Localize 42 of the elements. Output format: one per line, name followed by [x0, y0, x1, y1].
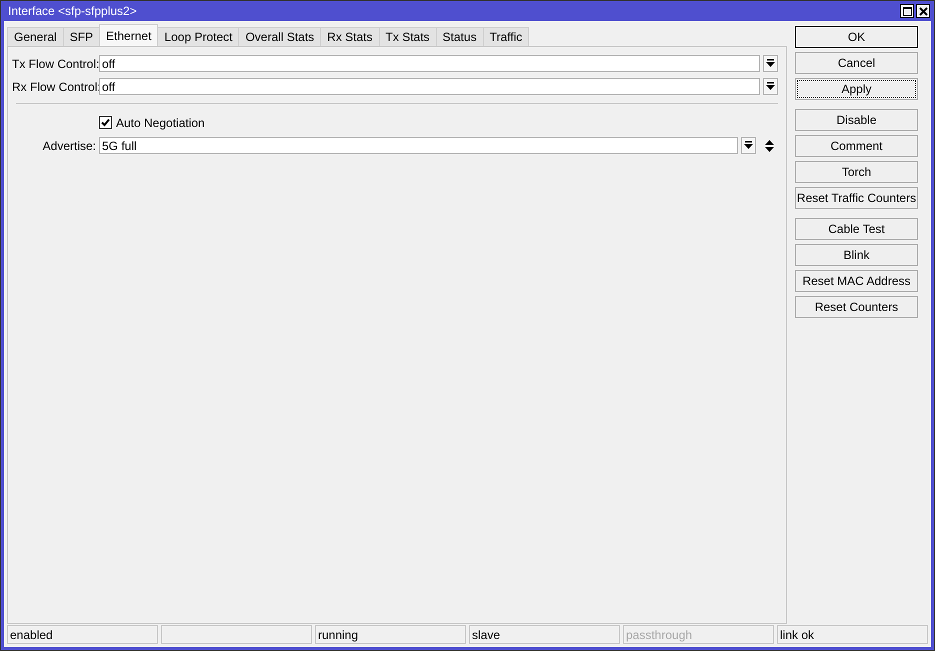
dialog-button[interactable]: Disable	[795, 109, 918, 131]
dropdown-button[interactable]	[763, 78, 778, 95]
status-cell: link ok	[777, 625, 928, 644]
close-button[interactable]	[916, 4, 930, 18]
up-down-icon[interactable]	[765, 140, 774, 152]
dropdown-button[interactable]	[741, 137, 756, 154]
status-cell: slave	[469, 625, 620, 644]
tab[interactable]: Ethernet	[99, 24, 158, 46]
dialog-button[interactable]: Reset MAC Address	[795, 270, 918, 292]
tab[interactable]: SFP	[62, 27, 100, 46]
dialog-button[interactable]: OK	[795, 26, 918, 48]
status-cell: passthrough	[623, 625, 774, 644]
dialog-button[interactable]: Cancel	[795, 52, 918, 74]
tab[interactable]: Loop Protect	[157, 27, 240, 46]
select-field[interactable]: off	[99, 78, 760, 95]
dialog-button[interactable]: Blink	[795, 244, 918, 266]
dialog-button[interactable]: Comment	[795, 135, 918, 157]
checkbox-label: Auto Negotiation	[116, 116, 205, 130]
dialog-button[interactable]: Apply	[795, 78, 918, 100]
tab[interactable]: General	[7, 27, 64, 46]
checkbox[interactable]	[99, 116, 112, 129]
arrow-down-icon	[744, 141, 753, 150]
tab[interactable]: Tx Stats	[378, 27, 437, 46]
dropdown-button[interactable]	[763, 55, 778, 72]
field-label: Advertise:	[42, 138, 96, 152]
dialog-button[interactable]: Reset Traffic Counters	[795, 187, 918, 209]
tab[interactable]: Rx Stats	[320, 27, 380, 46]
arrow-down-icon	[766, 82, 775, 91]
select-field[interactable]: 5G full	[99, 137, 738, 154]
select-field[interactable]: off	[99, 55, 760, 72]
maximize-button[interactable]	[900, 4, 914, 18]
tab[interactable]: Overall Stats	[238, 27, 322, 46]
tab[interactable]: Status	[436, 27, 484, 46]
window-title: Interface <sfp-sfpplus2>	[8, 4, 137, 18]
status-cell: running	[315, 625, 466, 644]
field-label: Tx Flow Control:	[12, 56, 96, 70]
dialog-button[interactable]: Cable Test	[795, 218, 918, 240]
arrow-down-icon	[766, 59, 775, 68]
dialog-button[interactable]: Reset Counters	[795, 296, 918, 318]
dialog-button[interactable]: Torch	[795, 161, 918, 183]
status-cell: enabled	[7, 625, 158, 644]
tab[interactable]: Traffic	[482, 27, 530, 46]
